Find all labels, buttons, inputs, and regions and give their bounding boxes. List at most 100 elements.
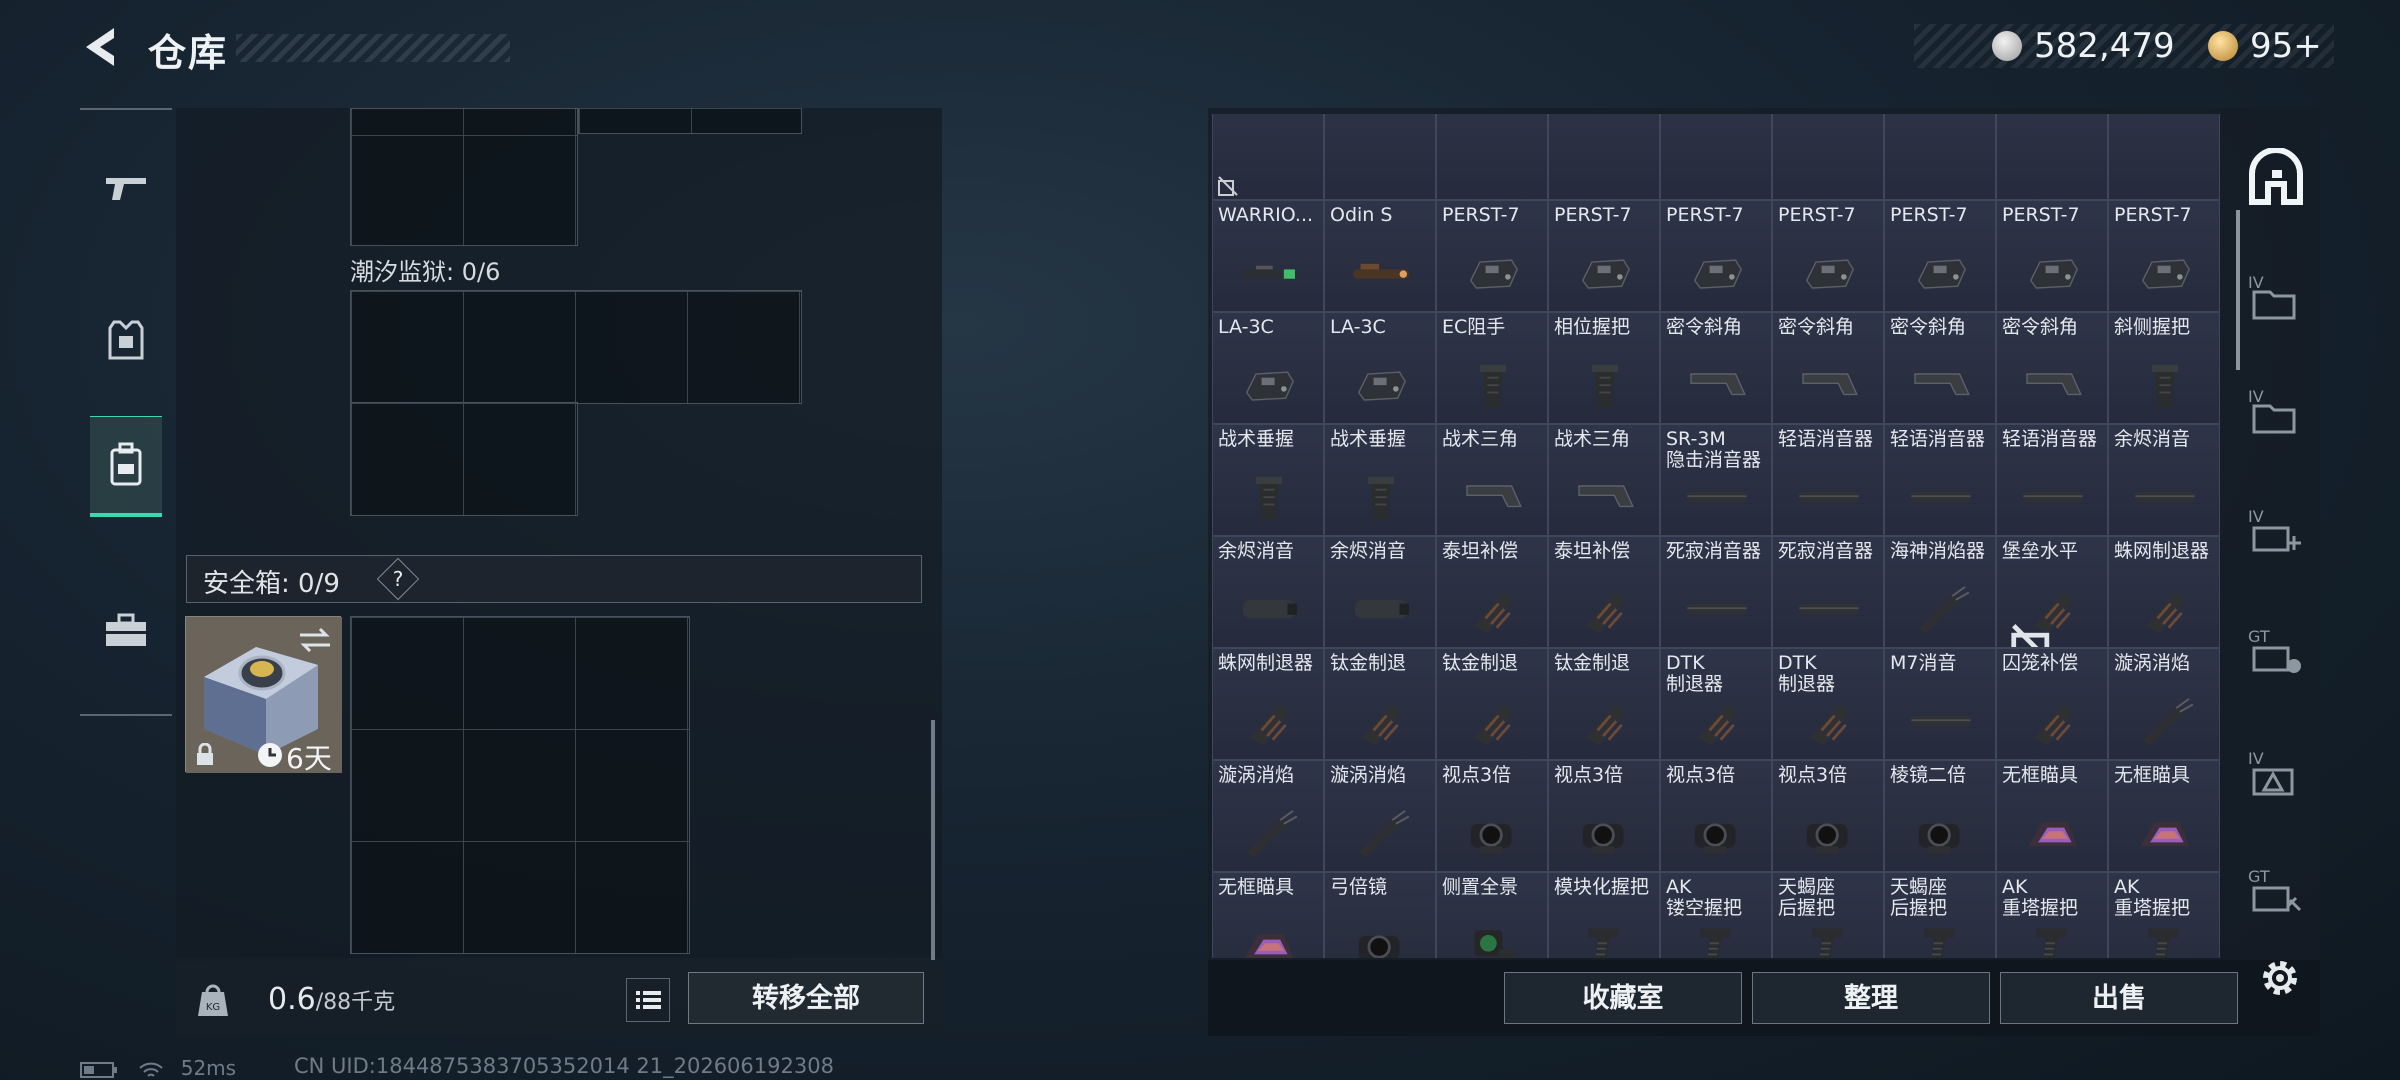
item-slot[interactable]: 战术垂握 [1212, 424, 1324, 536]
item-name: PERST-7 [1442, 204, 1520, 226]
item-slot[interactable]: 侧置全景 [1436, 872, 1548, 958]
item-slot[interactable]: PERST-7 [1996, 200, 2108, 312]
item-slot[interactable]: 漩涡消焰 [1212, 760, 1324, 872]
item-slot[interactable]: 战术三角 [1548, 424, 1660, 536]
item-slot[interactable]: 余烬消音 [1212, 536, 1324, 648]
item-slot[interactable]: WARRIO... [1212, 200, 1324, 312]
item-slot[interactable]: 密令斜角 [1772, 312, 1884, 424]
medical-icon: IV [2248, 507, 2301, 552]
item-slot[interactable]: 弓倍镜 [1324, 872, 1436, 958]
item-slot[interactable]: 视点3倍 [1548, 760, 1660, 872]
item-slot[interactable] [1772, 114, 1884, 200]
nav-backpack[interactable] [90, 416, 162, 517]
item-slot[interactable] [1548, 114, 1660, 200]
item-slot[interactable]: 漩涡消焰 [2108, 648, 2220, 760]
item-slot[interactable]: 密令斜角 [1660, 312, 1772, 424]
settings-gear-icon[interactable] [2258, 956, 2302, 1000]
item-slot[interactable]: PERST-7 [1548, 200, 1660, 312]
left-scrollbar[interactable] [931, 720, 935, 960]
sort-button[interactable]: 整理 [1752, 972, 1990, 1024]
item-slot[interactable] [2108, 114, 2220, 200]
item-slot[interactable]: AK 重塔握把 [2108, 872, 2220, 958]
stash-tab-5[interactable]: GT [2244, 620, 2308, 684]
item-slot[interactable] [1324, 114, 1436, 200]
item-slot[interactable]: PERST-7 [1436, 200, 1548, 312]
item-slot[interactable]: 钛金制退 [1436, 648, 1548, 760]
transfer-all-button[interactable]: 转移全部 [688, 972, 924, 1024]
item-slot[interactable]: PERST-7 [1884, 200, 1996, 312]
item-slot[interactable]: 战术垂握 [1324, 424, 1436, 536]
item-slot[interactable]: 密令斜角 [1996, 312, 2108, 424]
item-slot[interactable]: 钛金制退 [1324, 648, 1436, 760]
item-slot[interactable]: 海神消焰器 [1884, 536, 1996, 648]
item-slot[interactable]: EC阻手 [1436, 312, 1548, 424]
sell-button[interactable]: 出售 [2000, 972, 2238, 1024]
item-slot[interactable]: 泰坦补偿 [1548, 536, 1660, 648]
item-slot[interactable]: PERST-7 [2108, 200, 2220, 312]
item-slot[interactable]: 囚笼补偿 [1996, 648, 2108, 760]
item-slot[interactable]: 轻语消音器 [1884, 424, 1996, 536]
item-slot[interactable]: 堡垒水平 [1996, 536, 2108, 648]
item-slot[interactable]: 棱镜二倍 [1884, 760, 1996, 872]
item-slot[interactable]: 天蝎座 后握把 [1884, 872, 1996, 958]
item-slot[interactable]: M7消音 [1884, 648, 1996, 760]
nav-weapon[interactable] [90, 142, 162, 238]
item-name: PERST-7 [2002, 204, 2080, 226]
item-slot[interactable]: DTK 制退器 [1772, 648, 1884, 760]
item-slot[interactable]: AK 重塔握把 [1996, 872, 2108, 958]
item-slot[interactable]: 模块化握把 [1548, 872, 1660, 958]
item-slot[interactable]: 天蝎座 后握把 [1772, 872, 1884, 958]
item-slot[interactable]: AK 镂空握把 [1660, 872, 1772, 958]
item-slot[interactable]: 余烬消音 [1324, 536, 1436, 648]
item-slot[interactable]: PERST-7 [1660, 200, 1772, 312]
item-slot[interactable]: 视点3倍 [1436, 760, 1548, 872]
item-slot[interactable] [1660, 114, 1772, 200]
item-slot[interactable]: SR-3M 隐击消音器 [1660, 424, 1772, 536]
stash-tab-6[interactable]: IV [2244, 742, 2308, 806]
item-slot[interactable]: DTK 制退器 [1660, 648, 1772, 760]
item-slot[interactable]: 轻语消音器 [1996, 424, 2108, 536]
item-slot[interactable]: 相位握把 [1548, 312, 1660, 424]
help-icon[interactable]: ? [376, 557, 420, 601]
item-slot[interactable]: 蛛网制退器 [1212, 648, 1324, 760]
tidal-prison-grid-bottom[interactable] [350, 402, 578, 516]
collection-room-button[interactable]: 收藏室 [1504, 972, 1742, 1024]
item-slot[interactable]: 密令斜角 [1884, 312, 1996, 424]
item-slot[interactable] [1884, 114, 1996, 200]
nav-armor[interactable] [90, 292, 162, 388]
item-slot[interactable] [1996, 114, 2108, 200]
stash-tab-all[interactable] [2244, 147, 2308, 212]
nav-toolbox[interactable] [90, 582, 162, 678]
item-slot[interactable]: PERST-7 [1772, 200, 1884, 312]
safe-box-grid[interactable] [350, 616, 690, 954]
back-arrow-icon[interactable] [78, 24, 124, 70]
item-slot[interactable]: 余烬消音 [2108, 424, 2220, 536]
item-slot[interactable]: 无框瞄具 [2108, 760, 2220, 872]
item-slot[interactable]: 视点3倍 [1772, 760, 1884, 872]
item-slot[interactable]: 死寂消音器 [1772, 536, 1884, 648]
stash-tab-medical[interactable]: IV [2244, 500, 2308, 564]
item-slot[interactable]: 漩涡消焰 [1324, 760, 1436, 872]
item-slot[interactable] [1212, 114, 1324, 200]
item-slot[interactable]: 泰坦补偿 [1436, 536, 1548, 648]
tidal-prison-grid-top[interactable] [350, 290, 802, 404]
item-slot[interactable]: 轻语消音器 [1772, 424, 1884, 536]
list-view-button[interactable] [626, 978, 670, 1022]
stash-tab-3[interactable]: IV [2244, 380, 2308, 444]
item-slot[interactable]: 战术三角 [1436, 424, 1548, 536]
item-slot[interactable]: 无框瞄具 [1212, 872, 1324, 958]
item-slot[interactable]: 斜侧握把 [2108, 312, 2220, 424]
item-slot[interactable]: 钛金制退 [1548, 648, 1660, 760]
stash-tab-7[interactable]: GT [2244, 860, 2308, 924]
swap-icon[interactable] [298, 625, 332, 655]
item-slot[interactable]: 蛛网制退器 [2108, 536, 2220, 648]
safe-case-item[interactable]: 6天 [185, 616, 342, 775]
item-slot[interactable]: 死寂消音器 [1660, 536, 1772, 648]
item-slot[interactable]: 无框瞄具 [1996, 760, 2108, 872]
stash-tab-2[interactable]: IV [2244, 266, 2308, 330]
item-slot[interactable]: Odin S [1324, 200, 1436, 312]
item-slot[interactable]: LA-3C [1324, 312, 1436, 424]
item-slot[interactable]: LA-3C [1212, 312, 1324, 424]
item-slot[interactable]: 视点3倍 [1660, 760, 1772, 872]
item-slot[interactable] [1436, 114, 1548, 200]
